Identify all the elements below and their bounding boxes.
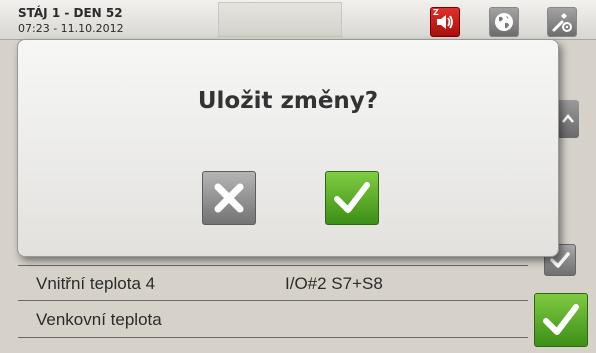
tools-icon: [552, 13, 572, 32]
stable-day-title: STÁJ 1 - DEN 52: [18, 6, 123, 20]
globe-icon: [495, 13, 513, 31]
list-item[interactable]: Vnitřní teplota 4 I/O#2 S7+S8: [18, 265, 528, 301]
confirm-button[interactable]: [325, 171, 379, 225]
check-icon: [334, 182, 370, 213]
dialog-title: Uložit změny?: [197, 88, 379, 114]
close-icon: [214, 183, 244, 213]
sound-badge: Z: [433, 8, 439, 17]
row-label: Venkovní teplota: [36, 310, 162, 329]
language-button[interactable]: [489, 7, 519, 37]
row-value: I/O#2 S7+S8: [285, 274, 383, 293]
header-center-panel: [218, 2, 342, 37]
settings-button[interactable]: [547, 7, 577, 37]
datetime-label: 07:23 - 11.10.2012: [18, 22, 124, 35]
cancel-button[interactable]: [202, 171, 256, 225]
scroll-up-button[interactable]: [557, 100, 579, 138]
save-changes-dialog: Uložit změny?: [17, 39, 559, 257]
sound-button[interactable]: Z: [430, 7, 460, 37]
top-bar: STÁJ 1 - DEN 52 07:23 - 11.10.2012 Z: [0, 0, 596, 40]
confirm-page-button[interactable]: [534, 293, 588, 347]
list-item[interactable]: Venkovní teplota: [18, 302, 528, 338]
row-label: Vnitřní teplota 4: [36, 274, 156, 293]
check-icon: [543, 304, 579, 335]
chevron-up-icon: [562, 114, 574, 123]
